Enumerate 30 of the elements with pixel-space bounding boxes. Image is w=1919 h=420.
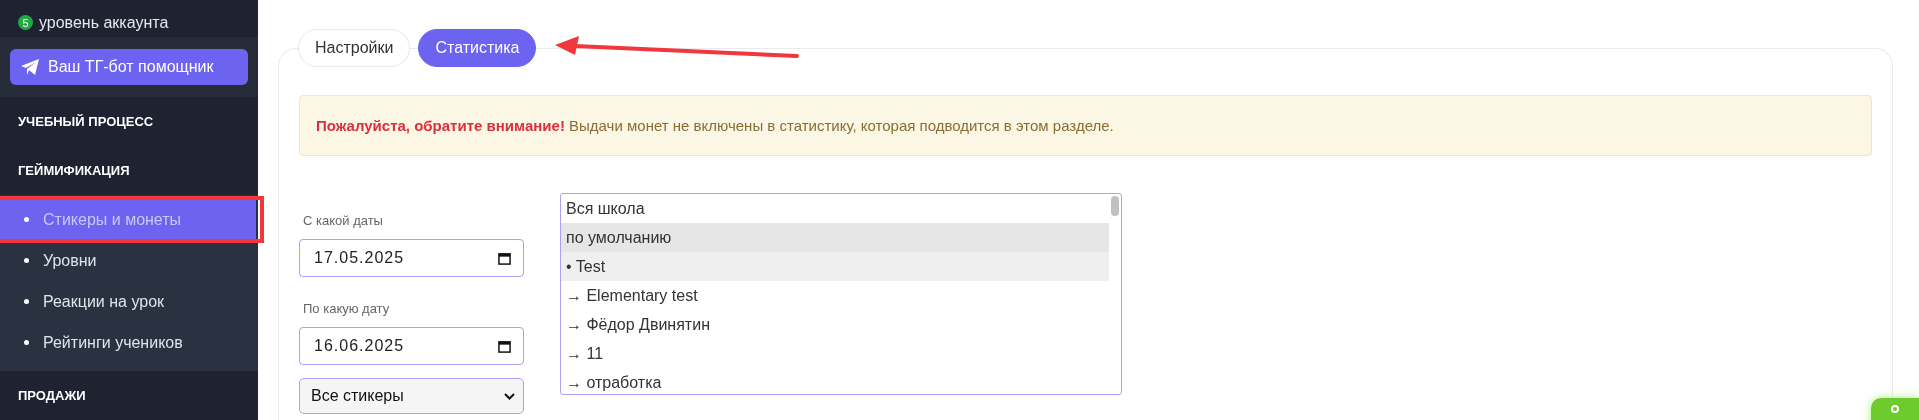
level-badge: 5 [18, 15, 33, 31]
list-option[interactable]: → Elementary test [561, 281, 1109, 310]
tab[interactable]: Статистика [418, 29, 537, 67]
sticker-select[interactable]: Все стикеры [299, 378, 524, 414]
group-listbox[interactable]: Вся школа по умолчанию • Test → Elementary test → Фёдор Двинятин → 11 → отработка [560, 193, 1122, 395]
sidebar-item[interactable]: Рейтинги учеников [0, 322, 258, 364]
sidebar-section-title[interactable]: УЧЕБНЫЙ ПРОЦЕСС [0, 97, 258, 147]
paper-plane-icon [20, 58, 40, 77]
sidebar-item[interactable]: Реакции на урок [0, 281, 258, 323]
account-level-label: уровень аккаунта [39, 13, 169, 32]
sidebar-section-title[interactable]: ГЕЙМИФИКАЦИЯ [0, 146, 258, 196]
list-option[interactable]: Вся школа [561, 194, 1109, 223]
list-option[interactable]: по умолчанию [561, 223, 1109, 252]
list-option[interactable]: • Test [561, 252, 1109, 281]
list-option[interactable]: → отработка [561, 368, 1109, 394]
chevron-down-icon [504, 392, 515, 400]
tab[interactable]: Настройки [298, 29, 411, 67]
sidebar-item[interactable]: Уровни [0, 240, 258, 282]
calendar-icon[interactable] [498, 339, 511, 353]
date-field[interactable]: 16.06.2025 [299, 327, 524, 365]
list-option[interactable]: → 11 [561, 339, 1109, 368]
calendar-icon[interactable] [498, 251, 511, 265]
alert-message: Пожалуйста, обратите внимание! Выдачи монет не включены в статистику, которая подводится в этом разделе. [299, 95, 1872, 156]
bot-button[interactable]: Ваш ТГ-бот помощник [10, 49, 248, 86]
field-label: По какую дату [303, 301, 391, 316]
field-label: С какой даты [303, 213, 384, 228]
scrollbar-thumb[interactable] [1111, 196, 1119, 216]
list-option[interactable]: → Фёдор Двинятин [561, 310, 1109, 339]
sidebar-section-title[interactable]: ПРОДАЖИ [0, 371, 258, 420]
date-field[interactable]: 17.05.2025 [299, 239, 524, 277]
